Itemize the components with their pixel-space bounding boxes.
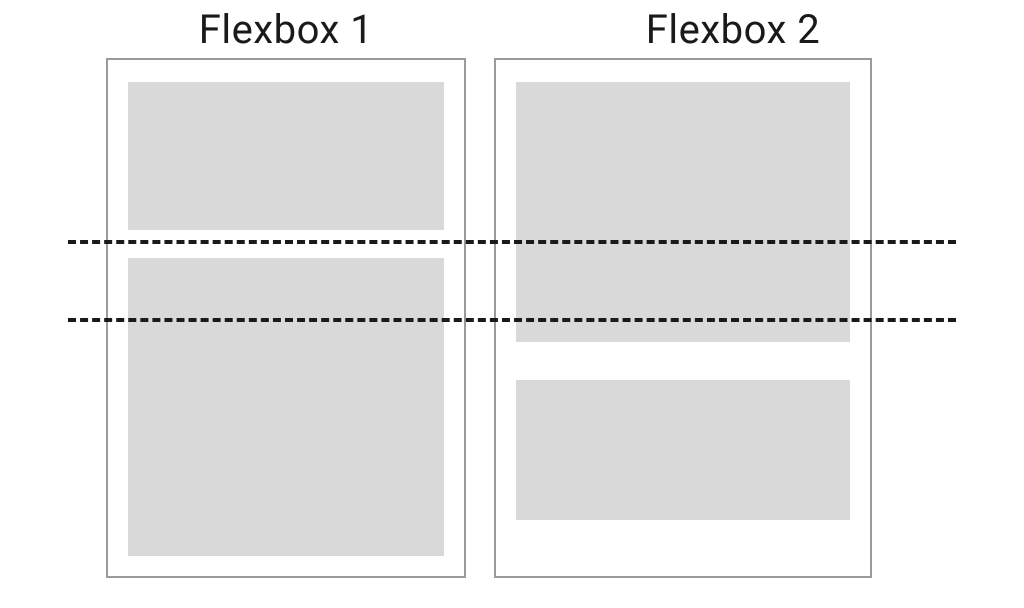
- flexbox-2-title: Flexbox 2: [544, 6, 922, 53]
- diagram-stage: Flexbox 1 Flexbox 2: [0, 0, 1024, 608]
- flexbox-2-item-top: [516, 82, 850, 342]
- flexbox-1-item-top: [128, 82, 444, 230]
- flexbox-1-title: Flexbox 1: [106, 6, 466, 53]
- flexbox-2-item-bottom: [516, 380, 850, 520]
- alignment-guide-upper: [68, 240, 956, 244]
- alignment-guide-lower: [68, 318, 956, 322]
- flexbox-1-item-bottom: [128, 258, 444, 556]
